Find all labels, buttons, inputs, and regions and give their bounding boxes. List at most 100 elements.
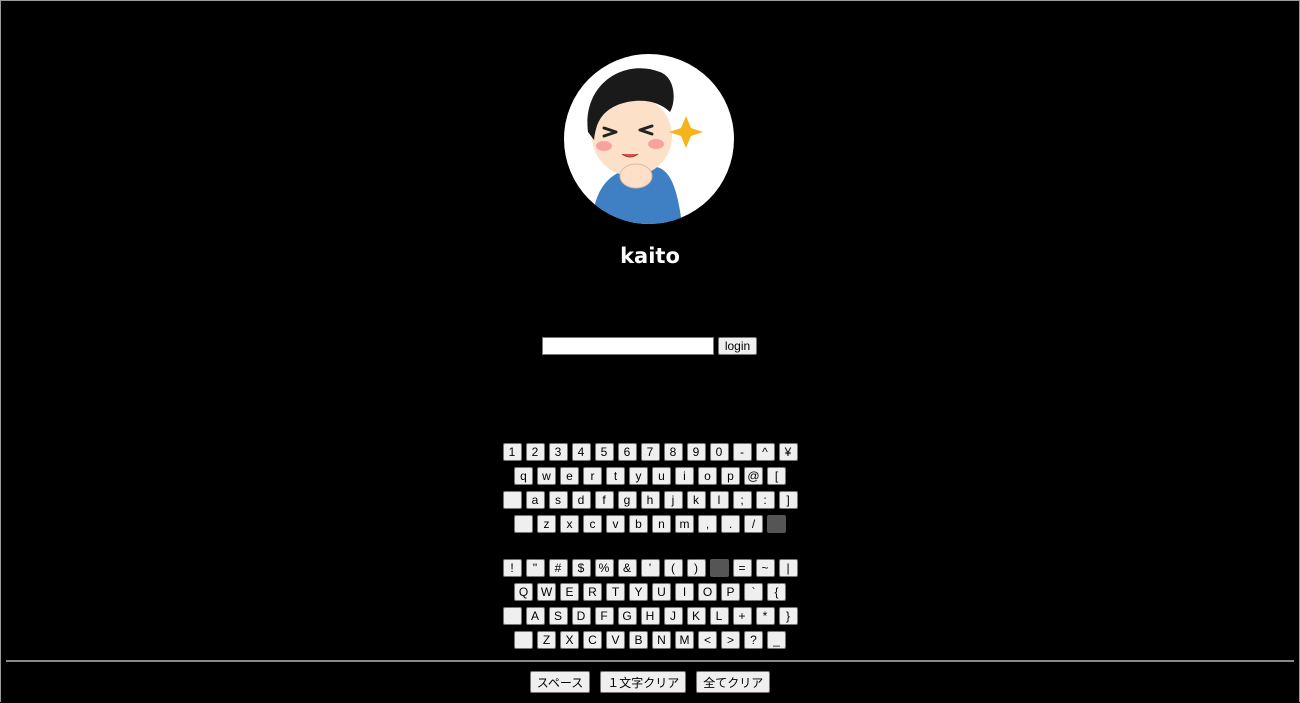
keyboard-key[interactable]: # xyxy=(548,559,568,577)
keyboard-key[interactable]: ; xyxy=(732,491,752,509)
keyboard-key[interactable]: ! xyxy=(502,559,522,577)
backspace-button[interactable]: １文字クリア xyxy=(600,671,687,693)
keyboard-key[interactable]: r xyxy=(583,467,602,485)
keyboard-key[interactable]: K xyxy=(686,607,706,625)
keyboard-key[interactable]: t xyxy=(606,467,625,485)
keyboard-key[interactable] xyxy=(767,515,786,533)
keyboard-key[interactable]: ¥ xyxy=(778,443,798,461)
keyboard-key[interactable] xyxy=(709,559,729,577)
keyboard-key[interactable]: d xyxy=(571,491,591,509)
keyboard-key[interactable]: 8 xyxy=(663,443,683,461)
keyboard-key[interactable]: 3 xyxy=(548,443,568,461)
keyboard-key[interactable]: / xyxy=(744,515,763,533)
keyboard-key[interactable]: H xyxy=(640,607,660,625)
keyboard-key[interactable]: R xyxy=(583,583,602,601)
keyboard-key[interactable]: 2 xyxy=(525,443,545,461)
keyboard-key[interactable]: Y xyxy=(629,583,648,601)
keyboard-key[interactable]: = xyxy=(732,559,752,577)
login-button[interactable]: login xyxy=(718,337,757,355)
keyboard-key[interactable]: 5 xyxy=(594,443,614,461)
keyboard-key[interactable]: { xyxy=(767,583,786,601)
keyboard-key[interactable]: J xyxy=(663,607,683,625)
keyboard-key[interactable] xyxy=(502,491,522,509)
keyboard-key[interactable]: U xyxy=(652,583,671,601)
keyboard-key[interactable] xyxy=(514,631,533,649)
keyboard-key[interactable]: B xyxy=(629,631,648,649)
keyboard-key[interactable]: ] xyxy=(778,491,798,509)
keyboard-key[interactable]: f xyxy=(594,491,614,509)
keyboard-key[interactable]: . xyxy=(721,515,740,533)
keyboard-key[interactable]: V xyxy=(606,631,625,649)
keyboard-key[interactable]: M xyxy=(675,631,694,649)
keyboard-key[interactable]: ? xyxy=(744,631,763,649)
keyboard-key[interactable]: $ xyxy=(571,559,591,577)
keyboard-key[interactable]: ( xyxy=(663,559,683,577)
clear-all-button[interactable]: 全てクリア xyxy=(696,671,771,693)
space-button[interactable]: スペース xyxy=(529,671,591,693)
keyboard-key[interactable]: m xyxy=(675,515,694,533)
keyboard-key[interactable]: S xyxy=(548,607,568,625)
keyboard-key[interactable]: 7 xyxy=(640,443,660,461)
keyboard-key[interactable]: k xyxy=(686,491,706,509)
keyboard-key[interactable]: X xyxy=(560,631,579,649)
keyboard-key[interactable]: T xyxy=(606,583,625,601)
keyboard-key[interactable]: ` xyxy=(744,583,763,601)
keyboard-key[interactable]: > xyxy=(721,631,740,649)
keyboard-key[interactable]: i xyxy=(675,467,694,485)
keyboard-key[interactable]: < xyxy=(698,631,717,649)
keyboard-key[interactable]: G xyxy=(617,607,637,625)
keyboard-key[interactable]: p xyxy=(721,467,740,485)
keyboard-key[interactable]: e xyxy=(560,467,579,485)
keyboard-key[interactable]: + xyxy=(732,607,752,625)
keyboard-key[interactable]: z xyxy=(537,515,556,533)
keyboard-key[interactable]: Q xyxy=(514,583,533,601)
keyboard-key[interactable]: N xyxy=(652,631,671,649)
keyboard-key[interactable]: h xyxy=(640,491,660,509)
keyboard-key[interactable]: W xyxy=(537,583,556,601)
keyboard-key[interactable]: ~ xyxy=(755,559,775,577)
keyboard-key[interactable]: v xyxy=(606,515,625,533)
keyboard-key[interactable]: ' xyxy=(640,559,660,577)
keyboard-key[interactable]: 6 xyxy=(617,443,637,461)
keyboard-key[interactable]: ) xyxy=(686,559,706,577)
keyboard-key[interactable]: | xyxy=(778,559,798,577)
keyboard-key[interactable]: n xyxy=(652,515,671,533)
keyboard-key[interactable]: E xyxy=(560,583,579,601)
keyboard-key[interactable]: F xyxy=(594,607,614,625)
keyboard-key[interactable]: - xyxy=(732,443,752,461)
keyboard-key[interactable]: j xyxy=(663,491,683,509)
keyboard-key[interactable]: 9 xyxy=(686,443,706,461)
keyboard-key[interactable]: s xyxy=(548,491,568,509)
keyboard-key[interactable]: A xyxy=(525,607,545,625)
keyboard-key[interactable]: o xyxy=(698,467,717,485)
keyboard-key[interactable]: w xyxy=(537,467,556,485)
keyboard-key[interactable]: 1 xyxy=(502,443,522,461)
password-input[interactable] xyxy=(542,337,714,355)
keyboard-key[interactable]: ^ xyxy=(755,443,775,461)
keyboard-key[interactable]: u xyxy=(652,467,671,485)
keyboard-key[interactable]: % xyxy=(594,559,614,577)
keyboard-key[interactable]: q xyxy=(514,467,533,485)
keyboard-key[interactable]: 0 xyxy=(709,443,729,461)
keyboard-key[interactable]: , xyxy=(698,515,717,533)
keyboard-key[interactable]: y xyxy=(629,467,648,485)
keyboard-key[interactable]: x xyxy=(560,515,579,533)
keyboard-key[interactable]: Z xyxy=(537,631,556,649)
keyboard-key[interactable]: L xyxy=(709,607,729,625)
keyboard-key[interactable]: [ xyxy=(767,467,786,485)
keyboard-key[interactable]: C xyxy=(583,631,602,649)
keyboard-key[interactable]: @ xyxy=(744,467,763,485)
keyboard-key[interactable]: } xyxy=(778,607,798,625)
keyboard-key[interactable]: l xyxy=(709,491,729,509)
keyboard-key[interactable]: g xyxy=(617,491,637,509)
keyboard-key[interactable]: a xyxy=(525,491,545,509)
keyboard-key[interactable]: c xyxy=(583,515,602,533)
keyboard-key[interactable] xyxy=(514,515,533,533)
keyboard-key[interactable]: _ xyxy=(767,631,786,649)
keyboard-key[interactable]: b xyxy=(629,515,648,533)
keyboard-key[interactable]: * xyxy=(755,607,775,625)
keyboard-key[interactable]: " xyxy=(525,559,545,577)
keyboard-key[interactable]: & xyxy=(617,559,637,577)
keyboard-key[interactable]: O xyxy=(698,583,717,601)
keyboard-key[interactable] xyxy=(502,607,522,625)
